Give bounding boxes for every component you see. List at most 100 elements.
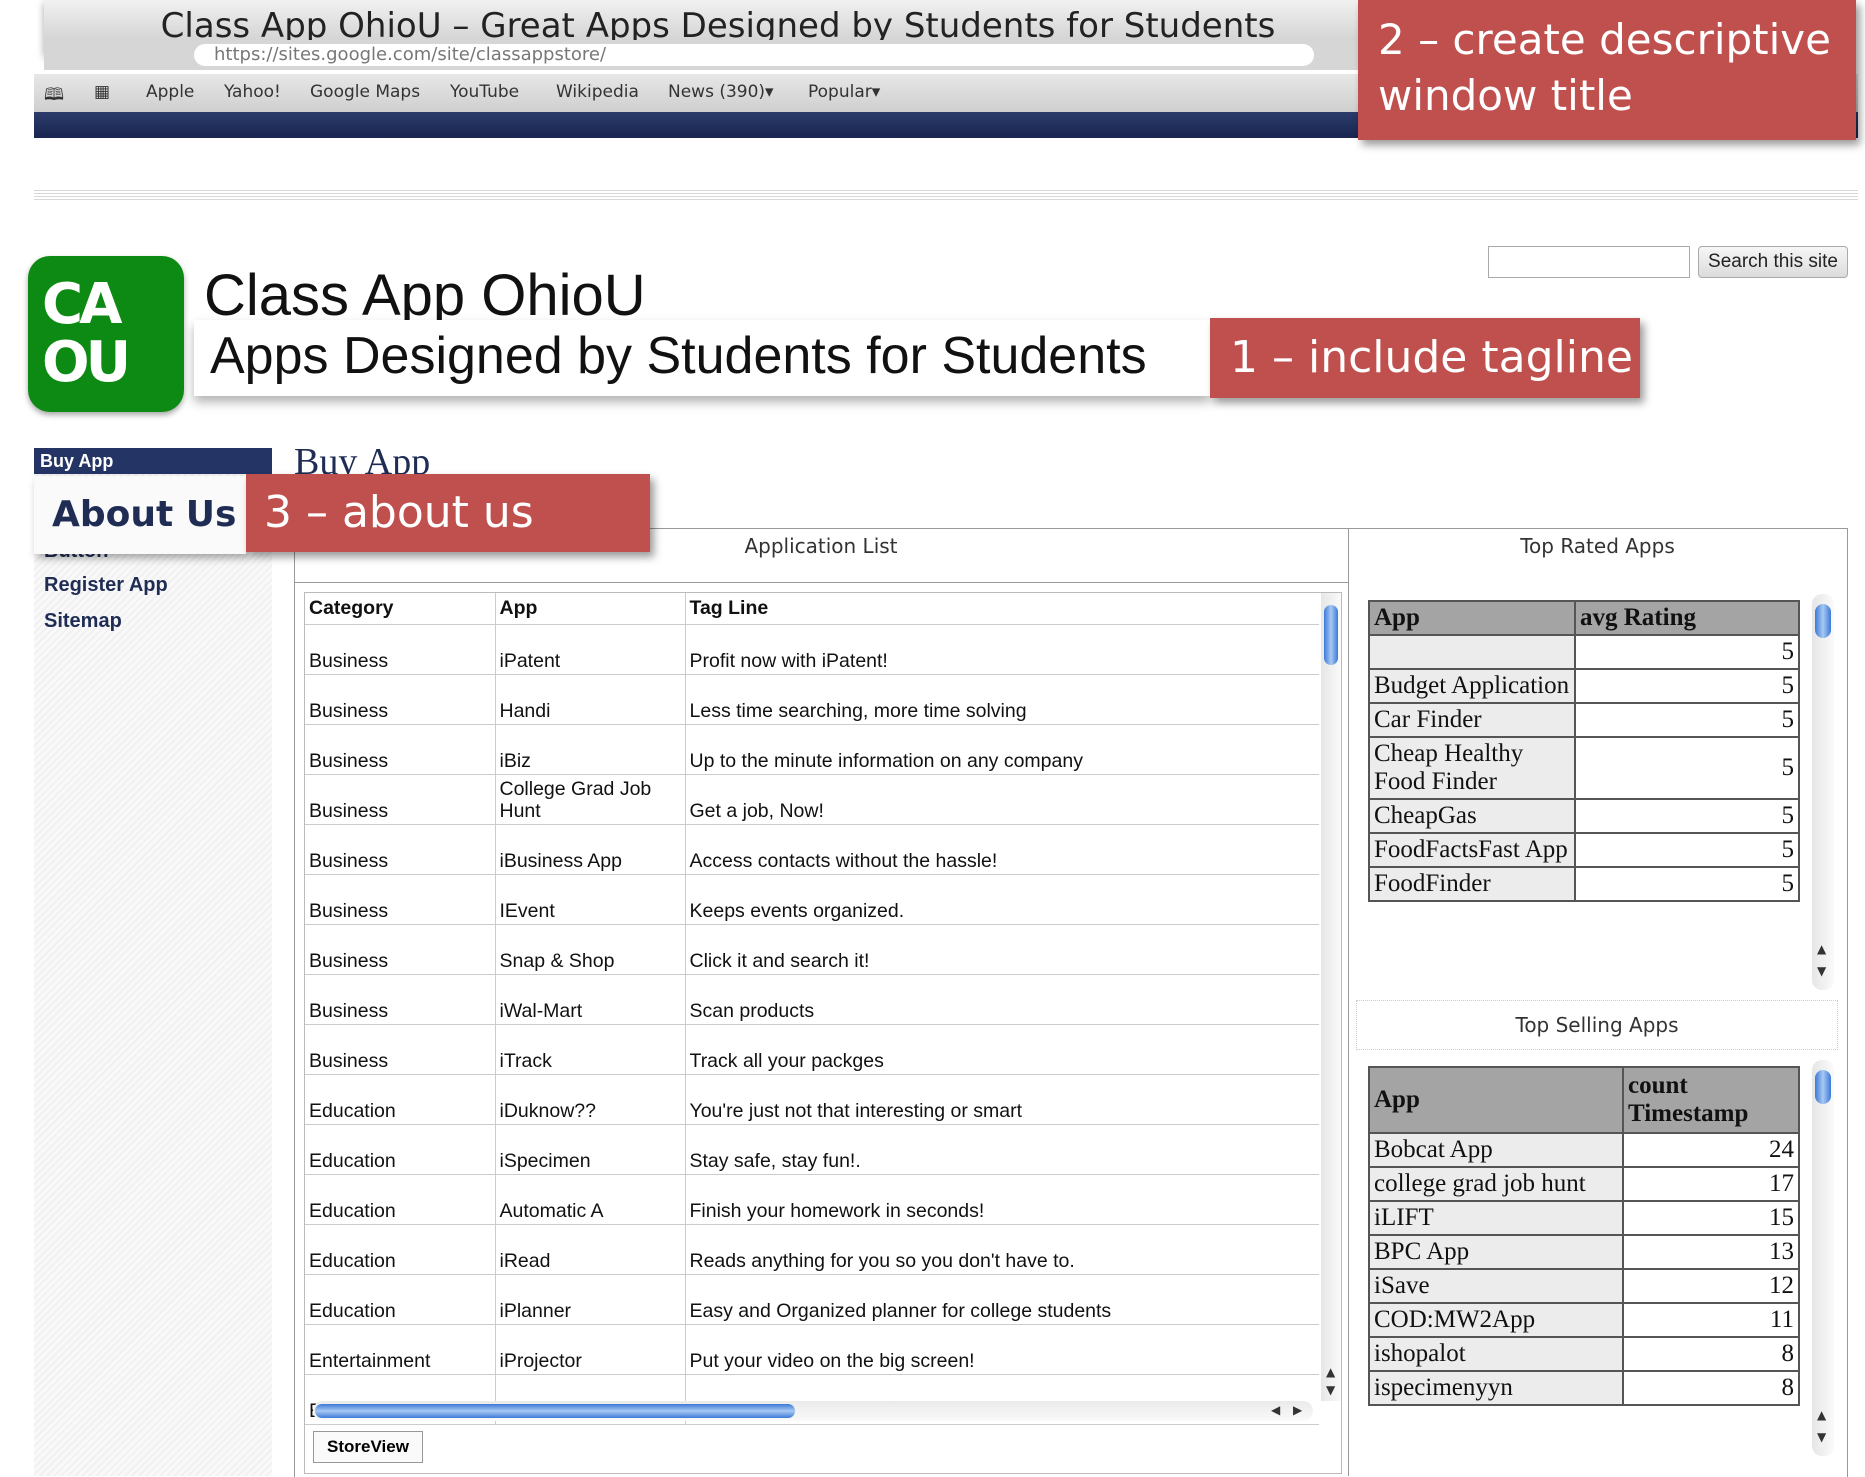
scrollbar-thumb[interactable] (1324, 605, 1338, 665)
table-row[interactable]: Education iDuknow?? You're just not that i… (305, 1074, 1319, 1125)
table-cell: Business (305, 774, 495, 825)
table-row[interactable]: ispecimenyyn 8 (1368, 1370, 1800, 1406)
top-sites-grid-icon[interactable]: ▦ (94, 82, 110, 102)
table-cell: Education (305, 1224, 495, 1275)
scroll-down-arrow-icon[interactable]: ▼ (1817, 1430, 1826, 1444)
table-cell: Finish your homework in seconds! (684, 1174, 1319, 1225)
table-row[interactable]: Budget Application 5 (1368, 668, 1800, 704)
sidebar-item-buy-app[interactable]: Buy App (34, 448, 272, 474)
table-cell: Business (305, 874, 495, 925)
table-cell: college grad job hunt (1368, 1166, 1624, 1202)
table-row[interactable]: COD:MW2App 11 (1368, 1302, 1800, 1338)
table-row[interactable]: FoodFinder 5 (1368, 866, 1800, 902)
scroll-right-arrow-icon[interactable]: ▶ (1293, 1403, 1302, 1417)
scroll-up-arrow-icon[interactable]: ▲ (1817, 942, 1826, 956)
table-cell: 8 (1622, 1336, 1800, 1372)
search-site-button[interactable]: Search this site (1698, 246, 1848, 278)
table-row[interactable]: Car Finder 5 (1368, 702, 1800, 738)
table-cell: iBiz (494, 724, 685, 775)
table-cell: 24 (1622, 1132, 1800, 1168)
table-row[interactable]: Business iWal-Mart Scan products (305, 974, 1319, 1025)
table-cell: 8 (1622, 1370, 1800, 1406)
column-header: count Timestamp (1622, 1066, 1800, 1134)
application-list-table: Category App Tag Line Business iPatent Pro… (305, 593, 1319, 1425)
site-logo[interactable]: CA OU (28, 256, 184, 412)
sidebar-nav: Buy App Button Register App Sitemap Abou… (34, 448, 272, 1476)
bookmark-wikipedia[interactable]: Wikipedia (556, 82, 639, 102)
table-cell: iTrack (494, 1024, 685, 1075)
table-cell: Snap & Shop (494, 924, 685, 975)
table-cell: ispecimenyyn (1368, 1370, 1624, 1406)
address-bar[interactable]: https://sites.google.com/site/classappst… (194, 44, 1314, 66)
sidebar-item-about-us[interactable]: About Us (34, 476, 246, 554)
bookmark-apple[interactable]: Apple (146, 82, 194, 102)
bookmark-google-maps[interactable]: Google Maps (310, 82, 420, 102)
storeview-button[interactable]: StoreView (313, 1431, 423, 1463)
table-row[interactable]: Education Automatic A Finish your homework… (305, 1174, 1319, 1225)
top-selling-panel: App count Timestamp Bobcat App 24 college … (1368, 1066, 1828, 1458)
sidebar-item-register-app[interactable]: Register App (44, 574, 168, 597)
table-row[interactable]: Education iPlanner Easy and Organized plan… (305, 1274, 1319, 1325)
table-cell: 5 (1574, 798, 1800, 834)
horizontal-scrollbar[interactable] (313, 1401, 1313, 1421)
sidebar-item-sitemap[interactable]: Sitemap (44, 610, 122, 633)
table-cell: CheapGas (1368, 798, 1576, 834)
table-row[interactable]: FoodFactsFast App 5 (1368, 832, 1800, 868)
top-selling-heading: Top Selling Apps (1515, 1013, 1679, 1037)
table-row[interactable]: Business iTrack Track all your packges (305, 1024, 1319, 1075)
table-cell: Scan products (684, 974, 1319, 1025)
table-cell: Click it and search it! (684, 924, 1319, 975)
application-list-panel: Category App Tag Line Business iPatent Pro… (304, 592, 1342, 1474)
table-cell: Business (305, 824, 495, 875)
table-row[interactable]: Education iRead Reads anything for you so … (305, 1224, 1319, 1275)
table-row[interactable]: 5 (1368, 634, 1800, 670)
scroll-down-arrow-icon[interactable]: ▼ (1817, 964, 1826, 978)
tagline-banner: Apps Designed by Students for Students (194, 320, 1210, 396)
table-row[interactable]: Business Handi Less time searching, more t… (305, 674, 1319, 725)
scroll-up-arrow-icon[interactable]: ▲ (1326, 1365, 1335, 1379)
table-row[interactable]: Business IEvent Keeps events organized. (305, 874, 1319, 925)
scroll-up-arrow-icon[interactable]: ▲ (1817, 1408, 1826, 1422)
reading-list-icon[interactable]: 🕮 (44, 82, 64, 111)
address-bar-row: https://sites.google.com/site/classappst… (44, 40, 1392, 70)
scrollbar-thumb[interactable] (1815, 1070, 1831, 1104)
site-search-input[interactable] (1488, 246, 1690, 278)
vertical-scrollbar[interactable]: ▲ ▼ (1321, 593, 1341, 1401)
table-row[interactable]: ishopalot 8 (1368, 1336, 1800, 1372)
table-cell: Get a job, Now! (684, 774, 1319, 825)
scrollbar-thumb[interactable] (1815, 604, 1831, 638)
table-row[interactable]: college grad job hunt 17 (1368, 1166, 1800, 1202)
site-tagline: Apps Designed by Students for Students (210, 327, 1147, 385)
column-header[interactable]: Category (305, 593, 495, 625)
column-header[interactable]: App (494, 593, 685, 625)
table-row[interactable]: iSave 12 (1368, 1268, 1800, 1304)
bookmark-yahoo[interactable]: Yahoo! (224, 82, 281, 102)
column-header[interactable]: Tag Line (684, 593, 1319, 625)
table-row[interactable]: Business iPatent Profit now with iPatent! (305, 624, 1319, 675)
table-row[interactable]: Cheap Healthy Food Finder 5 (1368, 736, 1800, 800)
bookmark-youtube[interactable]: YouTube (450, 82, 519, 102)
table-row[interactable]: Entertainment iProjector Put your video on… (305, 1324, 1319, 1375)
scroll-down-arrow-icon[interactable]: ▼ (1326, 1383, 1335, 1397)
table-header-row: Category App Tag Line (305, 593, 1319, 625)
table-cell: iDuknow?? (494, 1074, 685, 1125)
table-row[interactable]: Business College Grad Job Hunt Get a job, … (305, 774, 1319, 825)
table-row[interactable]: Education iSpecimen Stay safe, stay fun!. (305, 1124, 1319, 1175)
table-row[interactable]: Business Snap & Shop Click it and search i… (305, 924, 1319, 975)
table-cell: Handi (494, 674, 685, 725)
vertical-scrollbar[interactable]: ▲ ▼ (1812, 594, 1834, 990)
scrollbar-thumb[interactable] (315, 1404, 795, 1418)
table-row[interactable]: Business iBiz Up to the minute information… (305, 724, 1319, 775)
table-cell: Budget Application (1368, 668, 1576, 704)
table-row[interactable]: Business iBusiness App Access contacts wit… (305, 824, 1319, 875)
vertical-scrollbar[interactable]: ▲ ▼ (1812, 1060, 1834, 1456)
scroll-left-arrow-icon[interactable]: ◀ (1271, 1403, 1280, 1417)
header-divider (34, 190, 1858, 202)
bookmark-news[interactable]: News (390)▾ (668, 82, 774, 102)
table-row[interactable]: CheapGas 5 (1368, 798, 1800, 834)
table-row[interactable]: iLIFT 15 (1368, 1200, 1800, 1236)
table-cell: iRead (494, 1224, 685, 1275)
table-row[interactable]: BPC App 13 (1368, 1234, 1800, 1270)
bookmark-popular[interactable]: Popular▾ (808, 82, 880, 102)
table-row[interactable]: Bobcat App 24 (1368, 1132, 1800, 1168)
